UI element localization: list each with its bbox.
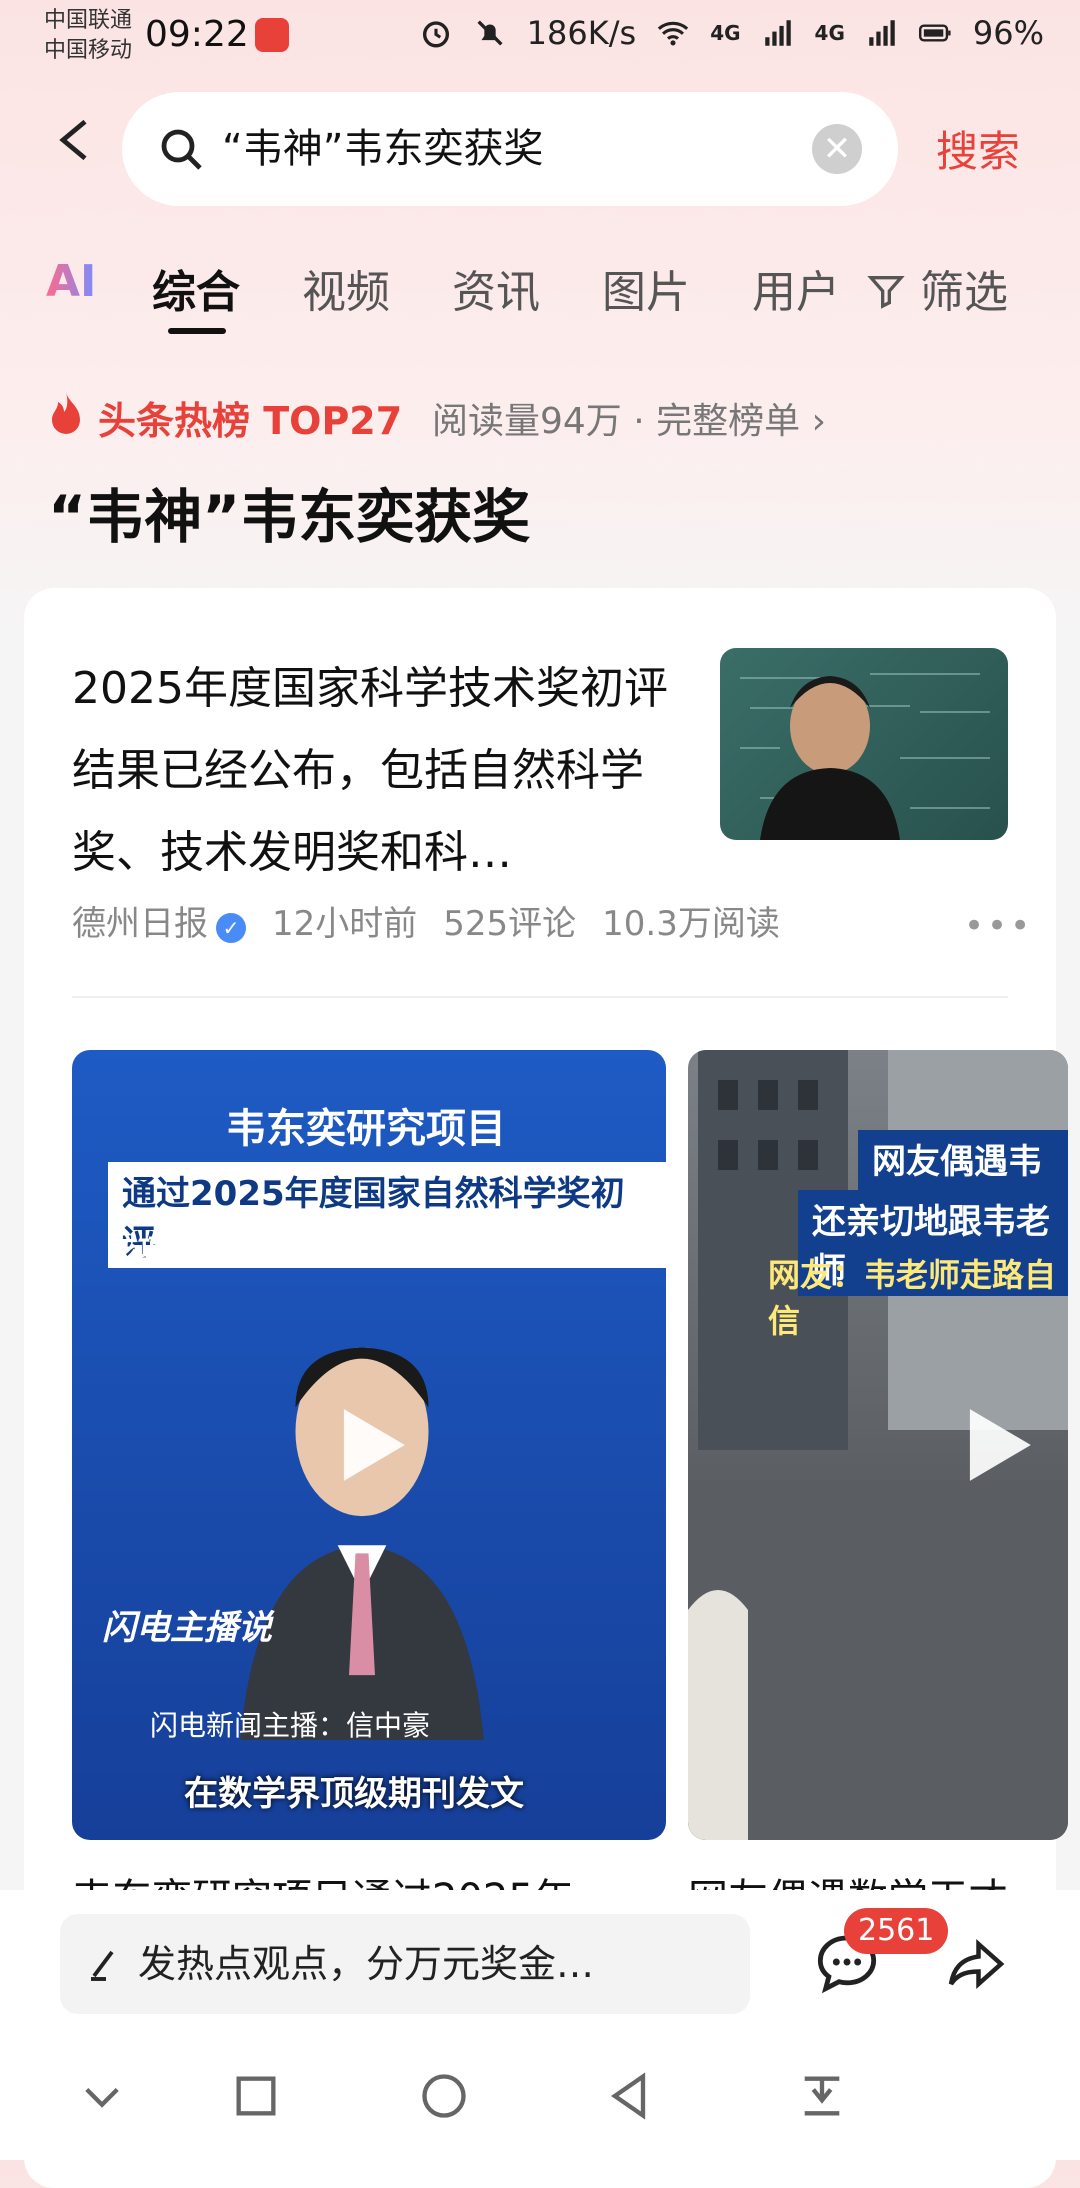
search-bar[interactable]: “韦神”韦东奕获奖 ✕ xyxy=(122,92,898,206)
wifi-icon xyxy=(657,21,689,46)
search-icon xyxy=(161,129,202,170)
microphone-icon xyxy=(148,1692,192,1736)
share-icon[interactable] xyxy=(944,1934,1008,1994)
video-subline: 该项目提名者均为国内数学领域领军人物 xyxy=(108,1234,648,1269)
topic-title: “韦神”韦东奕获奖 xyxy=(48,483,531,551)
bottom-bar: 发热点观点，分万元奖金… 2561 xyxy=(0,1890,1080,2160)
tab-news[interactable]: 资讯 xyxy=(452,256,540,320)
back-arrow-icon[interactable] xyxy=(52,110,96,170)
comment-placeholder: 发热点观点，分万元奖金… xyxy=(138,1942,595,1986)
article-time: 12小时前 xyxy=(272,904,418,944)
video-caption: 在数学界顶级期刊发文 xyxy=(184,1774,524,1814)
video-anchor: 闪电新闻主播：信中豪 xyxy=(150,1709,431,1742)
tab-video[interactable]: 视频 xyxy=(302,256,390,320)
verified-icon: ✓ xyxy=(216,913,246,943)
battery-icon xyxy=(918,24,951,42)
tab-images[interactable]: 图片 xyxy=(602,256,690,320)
notification-shade-icon[interactable] xyxy=(796,2070,848,2122)
video-logo: 闪电主播说 xyxy=(102,1608,272,1648)
article-meta: 德州日报 ✓ 12小时前 525评论 10.3万阅读 xyxy=(72,896,780,945)
signal-1-label: 4G xyxy=(710,21,741,45)
tab-comprehensive[interactable]: 综合 xyxy=(152,256,240,320)
article-title[interactable]: 2025年度国家科学技术奖初评结果已经公布，包括自然科学奖、技术发明奖和科… xyxy=(72,648,682,894)
signal-2-label: 4G xyxy=(814,21,845,45)
recents-icon[interactable] xyxy=(230,2070,282,2122)
carrier-info: 中国联通 中国移动 xyxy=(44,6,132,66)
divider xyxy=(72,996,1008,998)
video-card[interactable]: 网友偶遇韦东 还亲切地跟韦老师 网友：韦老师走路自信 xyxy=(688,1050,1068,1840)
filter-icon xyxy=(867,276,905,309)
source-name: 德州日报 xyxy=(72,904,208,944)
notification-app-icon xyxy=(255,18,289,52)
signal-icon xyxy=(869,20,895,46)
thumbnail-image xyxy=(740,673,990,840)
mute-icon xyxy=(477,20,503,46)
comment-count-badge: 2561 xyxy=(844,1908,949,1954)
video-subline: 网友：韦老师走路自信 xyxy=(768,1256,1057,1340)
pen-icon xyxy=(91,1950,114,1981)
video-heading: 韦东奕研究项目 xyxy=(226,1106,506,1152)
filter-button[interactable]: 筛选 xyxy=(866,256,1008,320)
filter-label: 筛选 xyxy=(920,267,1008,318)
tab-ai[interactable]: AI xyxy=(46,256,96,307)
status-icons: 186K/s 4G 4G 96% xyxy=(419,14,1044,52)
search-button[interactable]: 搜索 xyxy=(936,118,1020,179)
status-time: 09:22 xyxy=(145,14,249,55)
article-comments: 525评论 xyxy=(443,904,577,944)
network-speed: 186K/s xyxy=(526,14,637,52)
article-thumbnail[interactable] xyxy=(720,648,1008,840)
carrier-2: 中国移动 xyxy=(44,38,133,63)
hot-list-label[interactable]: 头条热榜 TOP27 xyxy=(98,390,402,445)
battery-level: 96% xyxy=(972,14,1044,52)
alarm-icon xyxy=(422,21,449,48)
home-icon[interactable] xyxy=(418,2070,470,2122)
tab-users[interactable]: 用户 xyxy=(752,256,840,320)
comment-input[interactable]: 发热点观点，分万元奖金… xyxy=(60,1914,750,2014)
back-icon[interactable] xyxy=(604,2070,656,2122)
carrier-1: 中国联通 xyxy=(44,8,133,33)
video-card[interactable]: 韦东奕研究项目 通过2025年度国家自然科学奖初评 该项目提名者均为国内数学领域… xyxy=(72,1050,666,1840)
article-source[interactable]: 德州日报 ✓ xyxy=(72,896,246,945)
play-icon[interactable] xyxy=(326,1402,412,1488)
play-icon[interactable] xyxy=(952,1402,1038,1488)
search-input[interactable]: “韦神”韦东奕获奖 xyxy=(222,120,543,178)
anchor-image xyxy=(240,1347,484,1740)
more-options-icon[interactable]: ••• xyxy=(964,906,1033,946)
article-reads: 10.3万阅读 xyxy=(602,904,780,944)
active-tab-indicator xyxy=(168,328,226,334)
flame-icon xyxy=(52,392,80,434)
signal-icon xyxy=(764,20,791,46)
clear-icon[interactable]: ✕ xyxy=(812,124,862,174)
hot-list-meta[interactable]: 阅读量94万 · 完整榜单 › xyxy=(432,392,826,444)
chevron-down-icon[interactable] xyxy=(76,2070,128,2122)
